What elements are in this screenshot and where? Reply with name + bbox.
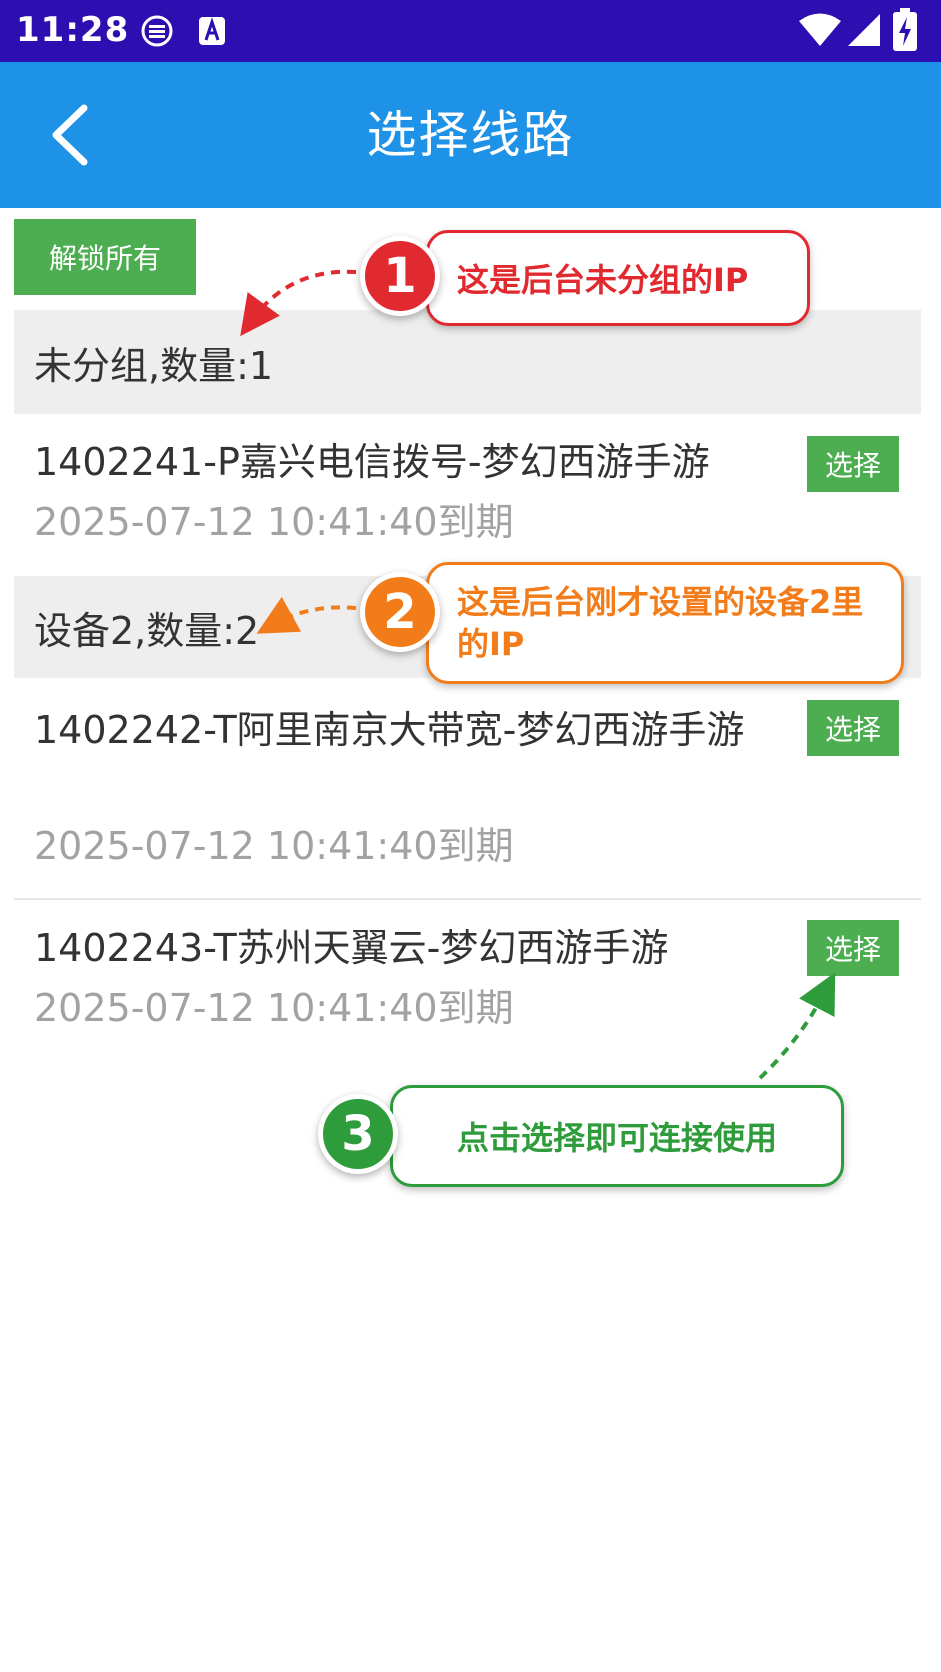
app-bar: 选择线路 [0,62,941,208]
line-expire-date: 2025-07-12 10:41:40到期 [34,986,514,1030]
line-name: 1402243-T苏州天翼云-梦幻西游手游 [34,926,669,970]
wifi-icon [799,13,841,46]
select-button[interactable]: 选择 [807,700,899,756]
annotation-number-2: 2 [360,572,440,652]
select-button[interactable]: 选择 [807,436,899,492]
line-item: 1402242-T阿里南京大带宽-梦幻西游手游 2025-07-12 10:41… [14,678,921,900]
status-bar: 11:28 [0,0,941,62]
notification-icon [141,15,173,47]
battery-charging-icon [893,8,917,51]
line-name: 1402242-T阿里南京大带宽-梦幻西游手游 [34,708,745,752]
select-button[interactable]: 选择 [807,920,899,976]
status-time: 11:28 [16,10,130,50]
page-title: 选择线路 [366,106,575,164]
annotation-callout-2: 这是后台刚才设置的设备2里的IP [426,562,904,684]
line-name: 1402241-P嘉兴电信拨号-梦幻西游手游 [34,440,710,484]
annotation-callout-1: 这是后台未分组的IP [426,230,810,326]
screen: 11:28 选择线路 解锁所有 未分组,数量:1 1402241-P嘉兴电信拨号… [0,0,941,1672]
annotation-callout-3: 点击选择即可连接使用 [390,1085,844,1187]
annotation-number-1: 1 [360,236,440,316]
line-expire-date: 2025-07-12 10:41:40到期 [34,500,514,544]
unlock-all-button[interactable]: 解锁所有 [14,219,196,295]
line-expire-date: 2025-07-12 10:41:40到期 [34,824,514,868]
cell-signal-icon [848,14,880,46]
line-item: 1402243-T苏州天翼云-梦幻西游手游 2025-07-12 10:41:4… [14,900,921,1060]
line-item: 1402241-P嘉兴电信拨号-梦幻西游手游 2025-07-12 10:41:… [14,414,921,574]
annotation-number-3: 3 [318,1094,398,1174]
app-a-icon [199,17,225,45]
